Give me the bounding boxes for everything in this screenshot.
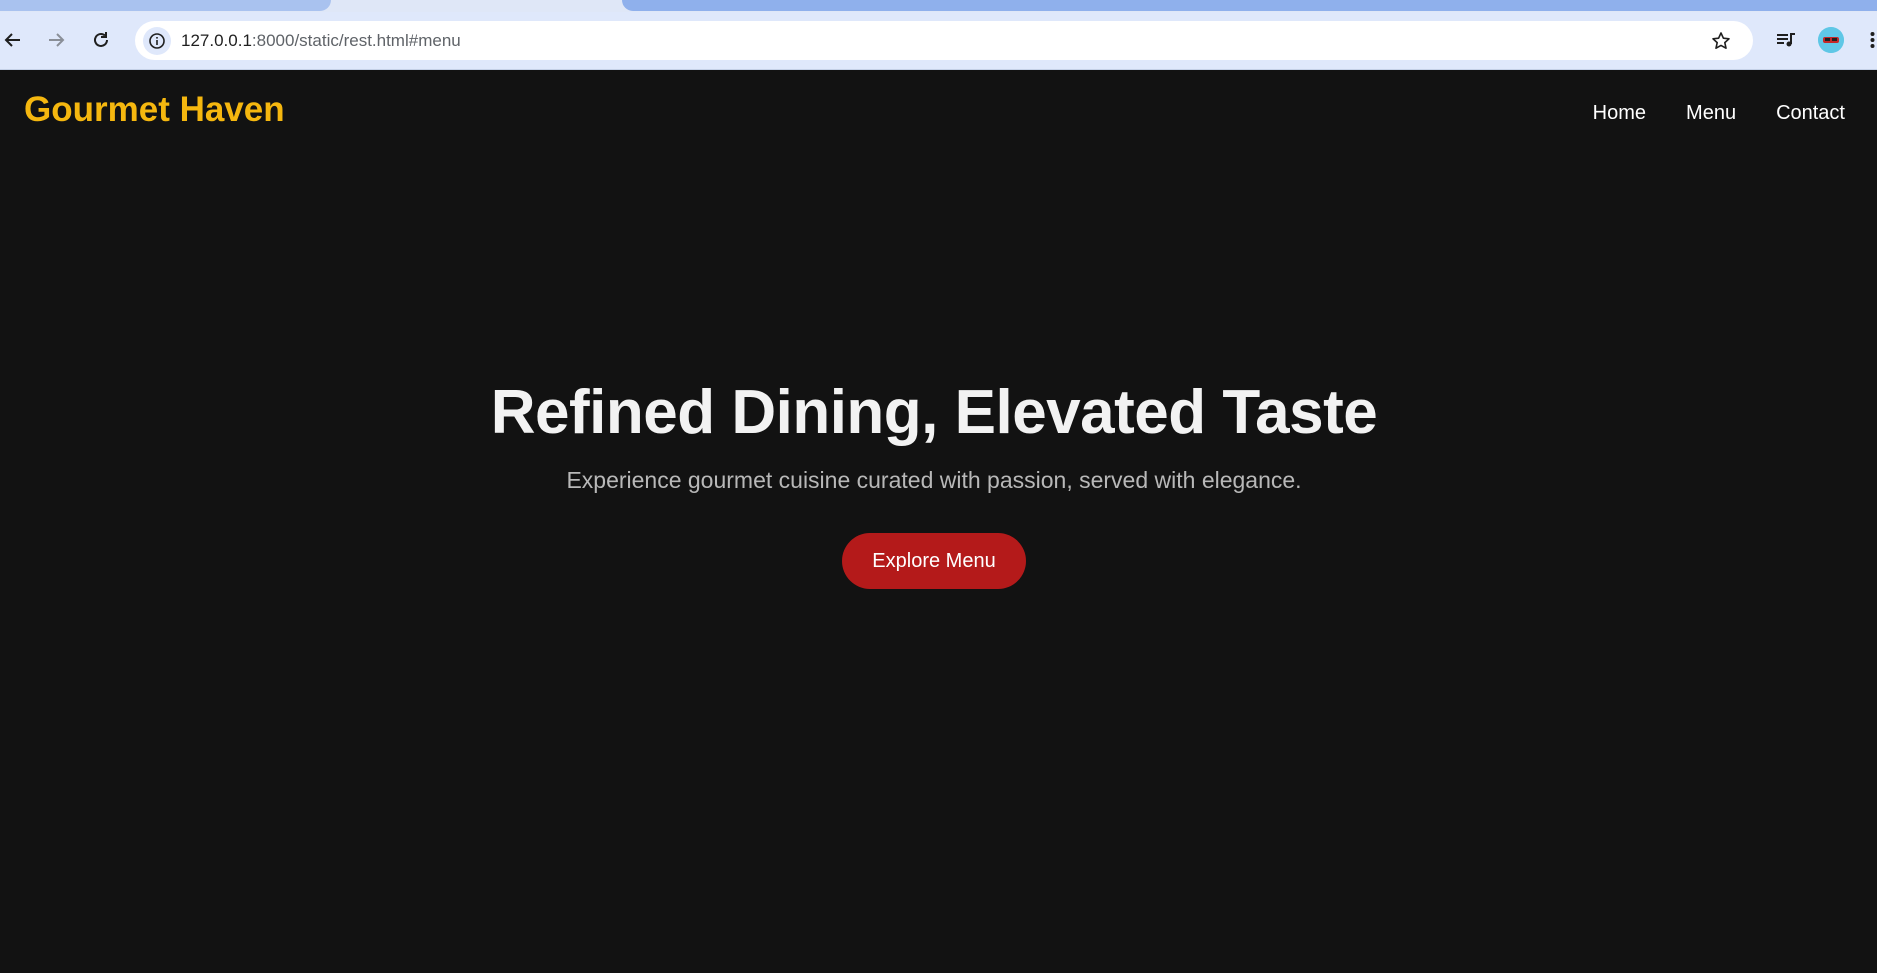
hero-section: Refined Dining, Elevated Taste Experienc… [0, 375, 1868, 589]
star-icon [1712, 32, 1730, 49]
address-bar[interactable]: 127.0.0.1:8000/static/rest.html#menu [135, 21, 1753, 60]
active-tab[interactable] [0, 0, 331, 11]
media-controls-button[interactable] [1772, 26, 1800, 54]
avatar[interactable] [1818, 27, 1844, 53]
explore-menu-button[interactable]: Explore Menu [842, 533, 1026, 589]
arrow-left-icon [4, 33, 20, 47]
hero-subtitle: Experience gourmet cuisine curated with … [566, 467, 1302, 493]
forward-button[interactable] [43, 27, 69, 53]
url-path: :8000/static/rest.html#menu [251, 31, 461, 50]
url-text[interactable]: 127.0.0.1:8000/static/rest.html#menu [181, 31, 461, 51]
nav-link-home[interactable]: Home [1593, 102, 1646, 125]
hero-title: Refined Dining, Elevated Taste [490, 378, 1378, 447]
main-nav: Home Menu Contact [1593, 102, 1845, 125]
reload-icon [94, 32, 108, 47]
profile-avatar-icon [1818, 27, 1844, 53]
nav-link-contact[interactable]: Contact [1776, 102, 1845, 125]
bookmark-button[interactable] [1709, 29, 1733, 53]
info-icon [149, 33, 165, 49]
site-header: Gourmet Haven Home Menu Contact [0, 70, 1877, 155]
playlist-icon [1777, 33, 1795, 47]
tab-strip [0, 0, 1877, 12]
browser-menu-button[interactable] [1868, 27, 1877, 53]
back-button[interactable] [0, 27, 26, 53]
reload-button[interactable] [88, 27, 114, 53]
nav-link-menu[interactable]: Menu [1686, 102, 1736, 125]
kebab-menu-icon [1870, 32, 1875, 48]
arrow-right-icon [49, 33, 65, 47]
url-host: 127.0.0.1 [181, 31, 252, 50]
site-info-button[interactable] [143, 27, 171, 55]
tab-strip-area [622, 0, 1877, 11]
site-logo[interactable]: Gourmet Haven [24, 90, 285, 130]
